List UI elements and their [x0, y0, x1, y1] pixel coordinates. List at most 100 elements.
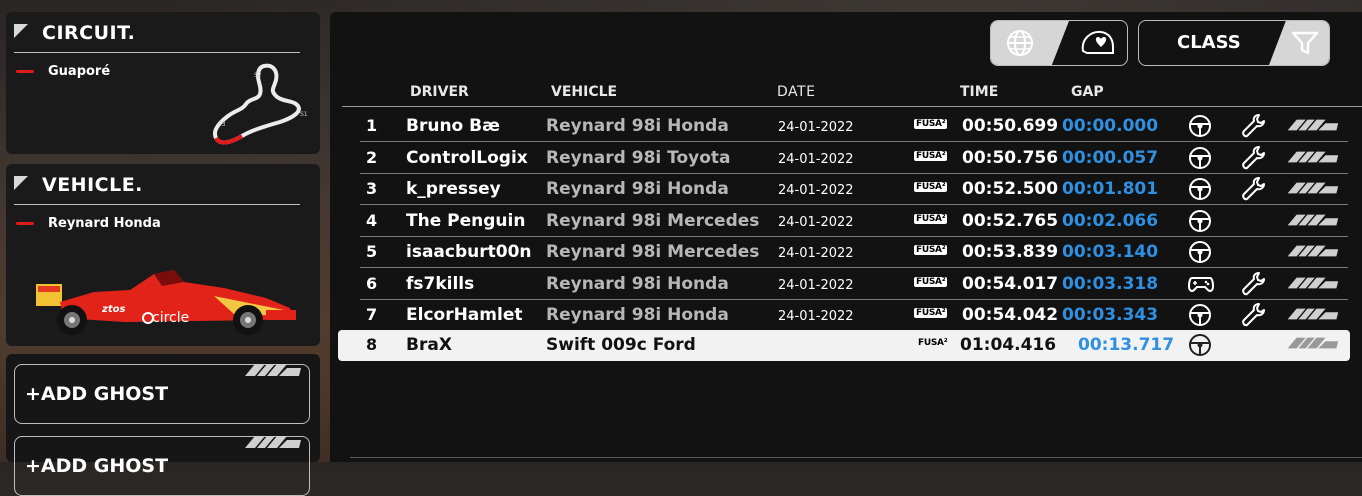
driver-name: fs7kills: [406, 273, 475, 294]
vehicle-panel[interactable]: VEHICLE. Reynard Honda ztos circle: [6, 164, 320, 346]
position: 8: [366, 335, 378, 354]
lap-date: 24-01-2022: [778, 277, 854, 293]
circuit-panel[interactable]: CIRCUIT. Guaporé S2 S1 S3: [6, 12, 320, 154]
header-date[interactable]: DATE: [777, 84, 815, 100]
header-vehicle[interactable]: VEHICLE: [551, 84, 617, 100]
position: 2: [366, 147, 378, 167]
lap-date: 24-01-2022: [778, 309, 854, 324]
lap-time: 00:52.500: [962, 179, 1059, 199]
sector-label: S2: [254, 72, 262, 79]
vehicle-name: Reynard 98i Mercedes: [546, 242, 760, 262]
wrench-icon[interactable]: [1240, 270, 1268, 302]
class-tag: FUSA²: [914, 119, 948, 129]
table-row[interactable]: 3 k_pressey Reynard 98i Honda 24-01-2022 FUS…: [360, 174, 1348, 205]
lap-date: 24-01-2022: [778, 183, 854, 198]
header-gap[interactable]: GAP: [1071, 84, 1104, 100]
vehicle-name-row: Reynard Honda: [16, 216, 161, 231]
table-row[interactable]: 6 fs7kills Reynard 98i Honda 24-01-2022 FUSA…: [360, 269, 1348, 300]
circuit-title: CIRCUIT.: [42, 22, 136, 44]
vehicle-title: VEHICLE.: [42, 174, 143, 196]
player-row[interactable]: 8 BraX Swift 009c Ford FUSA² 01:04.416 0…: [338, 330, 1350, 361]
header-divider: [342, 106, 1362, 107]
corner-marker-icon: [14, 24, 28, 38]
driver-name: ControlLogix: [406, 147, 528, 168]
ghost-stripes-icon: [245, 436, 301, 448]
ghost-stripes-icon: [1287, 337, 1339, 349]
circuit-name: Guaporé: [48, 64, 111, 79]
lap-time: 01:04.416: [960, 335, 1057, 355]
vehicle-header: VEHICLE.: [14, 170, 300, 205]
lap-date: 24-01-2022: [778, 151, 854, 167]
table-row[interactable]: 5 isaacburt00n Reynard 98i Mercedes 24-01-2…: [360, 237, 1348, 268]
driver-name: ElcorHamlet: [406, 305, 523, 325]
ghost-panel: +ADD GHOST +ADD GHOST: [6, 354, 320, 496]
lap-time: 00:54.017: [962, 273, 1059, 294]
table-row[interactable]: 4 The Penguin Reynard 98i Mercedes 24-01-20…: [360, 206, 1348, 237]
circuit-header: CIRCUIT.: [14, 18, 300, 53]
footer-divider: [350, 457, 1362, 458]
ghost-stripes-icon[interactable]: [1284, 275, 1340, 294]
steering-wheel-icon: [1189, 334, 1211, 356]
lap-time: 00:54.042: [962, 305, 1059, 325]
sector-label: S3: [218, 121, 226, 128]
helmet-heart-icon[interactable]: [1079, 29, 1115, 57]
column-headers: DRIVER VEHICLE DATE TIME GAP: [330, 82, 1362, 104]
corner-marker-icon: [14, 176, 28, 190]
add-ghost-label: +ADD GHOST: [25, 455, 169, 477]
vehicle-name: Reynard 98i Honda: [546, 179, 729, 199]
position: 1: [366, 116, 378, 135]
add-ghost-button[interactable]: +ADD GHOST: [14, 364, 310, 424]
leaderboard-panel: CLASS DRIVER VEHICLE DATE TIME GAP 1 Brun…: [330, 12, 1362, 462]
gamepad-icon: [1187, 272, 1215, 298]
gap-time: 00:00.057: [1062, 147, 1159, 168]
wrench-icon[interactable]: [1240, 144, 1268, 176]
red-dash-icon: [16, 222, 34, 225]
table-row[interactable]: 7 ElcorHamlet Reynard 98i Honda 24-01-2022 F…: [360, 300, 1348, 331]
lap-date: 24-01-2022: [778, 246, 854, 261]
class-tag: FUSA²: [914, 150, 948, 161]
class-tag: FUSA²: [914, 276, 948, 287]
steering-wheel-icon: [1188, 114, 1212, 142]
vehicle-name: Reynard 98i Honda: [546, 273, 729, 294]
globe-icon[interactable]: [1005, 29, 1035, 57]
ghost-stripes-icon[interactable]: [1284, 306, 1340, 325]
steering-wheel-icon: [1188, 240, 1212, 268]
class-tag: FUSA²: [914, 245, 948, 255]
steering-wheel-icon: [1188, 209, 1212, 237]
ghost-stripes-icon[interactable]: [1284, 180, 1340, 199]
wrench-icon[interactable]: [1240, 175, 1268, 207]
gap-time: 00:02.066: [1062, 210, 1159, 231]
gap-time: 00:03.343: [1062, 305, 1159, 325]
driver-name: k_pressey: [406, 179, 501, 199]
wrench-icon[interactable]: [1240, 301, 1268, 333]
table-row[interactable]: 2 ControlLogix Reynard 98i Toyota 24-01-202…: [360, 143, 1348, 174]
gap-time: 00:01.801: [1062, 179, 1159, 199]
vehicle-name: Reynard Honda: [48, 216, 161, 231]
add-ghost-button[interactable]: +ADD GHOST: [14, 436, 310, 496]
class-filter-button[interactable]: CLASS: [1138, 20, 1330, 66]
sector-label: S1: [300, 111, 308, 118]
lap-date: 24-01-2022: [778, 120, 854, 135]
leaderboard-scope-toggle[interactable]: [990, 20, 1128, 66]
driver-name: isaacburt00n: [406, 242, 532, 262]
wrench-icon[interactable]: [1240, 112, 1268, 144]
table-row[interactable]: 1 Bruno Bæ Reynard 98i Honda 24-01-2022 FUSA…: [360, 111, 1348, 142]
ghost-stripes-icon[interactable]: [1284, 149, 1340, 168]
header-time[interactable]: TIME: [960, 84, 998, 100]
vehicle-name: Reynard 98i Honda: [546, 116, 729, 136]
track-map-icon: S2 S1 S3: [213, 63, 308, 145]
position: 4: [366, 210, 378, 230]
driver-name: Bruno Bæ: [406, 116, 500, 136]
ghost-stripes-icon: [245, 364, 301, 376]
driver-name: BraX: [406, 335, 452, 355]
ghost-stripes-icon[interactable]: [1284, 117, 1340, 136]
ghost-stripes-icon[interactable]: [1284, 212, 1340, 231]
vehicle-name: Reynard 98i Mercedes: [546, 210, 760, 231]
header-driver[interactable]: DRIVER: [410, 84, 469, 100]
driver-name: The Penguin: [406, 210, 526, 231]
class-label: CLASS: [1177, 32, 1241, 53]
position: 5: [366, 242, 378, 261]
ghost-stripes-icon[interactable]: [1284, 243, 1340, 262]
circuit-name-row: Guaporé: [16, 64, 110, 79]
red-dash-icon: [16, 70, 34, 73]
